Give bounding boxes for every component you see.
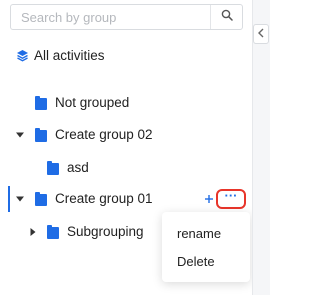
tree-item-not-grouped[interactable]: Not grouped [0,91,252,115]
all-activities-label: All activities [34,47,105,63]
folder-icon [35,192,47,206]
search-box [10,4,243,30]
layers-icon [16,49,29,62]
more-icon: ··· [224,188,238,203]
tree-item-label: asd [67,160,89,175]
tree-item-label: Create group 01 [55,191,153,206]
tree-item-label: Create group 02 [55,127,153,142]
all-activities-item[interactable]: All activities [16,44,105,66]
side-collapse-strip [252,0,270,295]
more-actions-button[interactable]: ··· [216,189,246,209]
context-menu: rename Delete [162,212,250,282]
chevron-left-icon [257,25,265,43]
search-icon [221,8,233,26]
add-subgroup-icon[interactable] [203,193,215,205]
search-input[interactable] [11,5,210,29]
folder-icon [35,128,47,142]
collapse-sidebar-button[interactable] [253,24,269,44]
menu-item-rename[interactable]: rename [162,219,250,247]
group-sidebar: All activities Not grouped Create group … [0,0,252,295]
tree-item-create-group-02[interactable]: Create group 02 [0,123,252,147]
tree-item-label: Not grouped [55,95,130,110]
menu-item-delete[interactable]: Delete [162,247,250,275]
caret-down-icon[interactable] [15,130,25,140]
search-button[interactable] [210,5,242,29]
folder-icon [47,225,59,239]
tree-item-asd[interactable]: asd [0,156,252,180]
caret-right-icon[interactable] [28,227,38,237]
folder-icon [47,161,59,175]
folder-icon [35,96,47,110]
caret-down-icon[interactable] [15,194,25,204]
tree-item-label: Subgrouping [67,224,144,239]
